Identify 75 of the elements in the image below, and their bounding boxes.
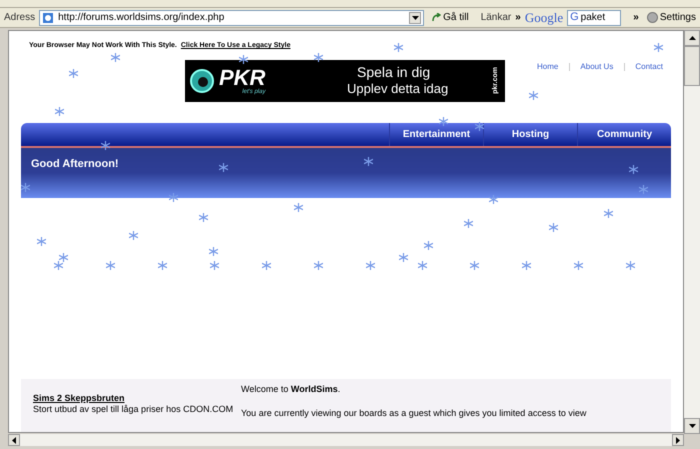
snowflake-icon xyxy=(59,253,68,262)
snowflake-icon xyxy=(522,261,531,270)
snowflake-icon xyxy=(314,53,323,62)
address-label: Adress xyxy=(4,11,36,25)
snowflake-icon xyxy=(639,185,648,194)
snowflake-icon xyxy=(470,261,479,270)
snowflake-icon xyxy=(489,195,498,204)
down-arrow-icon xyxy=(688,424,696,428)
google-logo: Google xyxy=(524,8,564,27)
snowflake-icon xyxy=(604,209,613,218)
right-arrow-icon xyxy=(676,436,680,444)
snowflake-icon xyxy=(394,43,403,52)
snowflake-icon xyxy=(239,55,248,64)
snowflake-icon xyxy=(549,223,558,232)
left-arrow-icon xyxy=(12,436,16,444)
up-arrow-icon xyxy=(688,36,696,40)
snowflake-icon xyxy=(219,163,228,172)
snowflake-icon xyxy=(475,122,484,131)
vertical-scrollbar[interactable] xyxy=(684,30,700,434)
snowflake-icon xyxy=(626,261,635,270)
snowflake-icon xyxy=(209,247,218,256)
links-label[interactable]: Länkar xyxy=(480,10,512,25)
brand-name: PKR xyxy=(219,66,266,88)
snowflake-icon xyxy=(399,253,408,262)
snowflake-icon xyxy=(21,183,30,192)
address-field[interactable]: http://forums.worldsims.org/index.php xyxy=(39,10,424,26)
snowflake-icon xyxy=(55,107,64,116)
horizontal-scrollbar[interactable] xyxy=(8,434,684,446)
search-engine-glyph: G xyxy=(570,10,579,26)
snowflake-icon xyxy=(418,261,427,270)
snowflake-icon xyxy=(629,165,638,174)
greeting: Good Afternoon! xyxy=(31,158,119,170)
ad-subline: Upplev detta idag xyxy=(347,81,450,98)
snowflake-icon xyxy=(529,91,538,100)
sidebar-text: Stort utbud av spel till låga priser hos CDON.COM xyxy=(33,404,234,416)
snowflake-icon xyxy=(294,203,303,212)
nav-link[interactable]: Contact xyxy=(635,61,663,73)
nav-tab[interactable]: Hosting xyxy=(483,123,577,146)
snowflake-icon xyxy=(111,53,120,62)
pkr-logo-icon xyxy=(189,68,215,94)
snowflake-icon xyxy=(69,69,78,78)
snowflake-icon xyxy=(574,261,583,270)
chevron-button[interactable]: » xyxy=(633,10,639,25)
snowflake-icon xyxy=(37,237,46,246)
snowflake-icon xyxy=(654,43,663,52)
go-arrow-icon xyxy=(432,13,442,22)
nav-link[interactable]: Home xyxy=(537,61,558,73)
search-field[interactable]: G paket xyxy=(567,10,622,26)
snowflake-icon xyxy=(439,117,448,126)
snowflake-icon xyxy=(314,261,323,270)
chevron-button[interactable]: » xyxy=(515,10,521,25)
snowflake-icon xyxy=(424,241,433,250)
welcome-text: Welcome to WorldSims. xyxy=(241,383,342,396)
nav-link[interactable]: About Us xyxy=(580,61,614,73)
ad-headline: Spela in dig xyxy=(356,64,432,82)
snowflake-icon xyxy=(199,213,208,222)
snowflake-icon xyxy=(158,261,167,270)
snowflake-icon xyxy=(366,261,375,270)
snowflake-icon xyxy=(464,219,473,228)
intro-text: You are currently viewing our boards as a guest which gives you limited access to view xyxy=(241,406,588,420)
snowflake-icon xyxy=(169,193,178,202)
settings-button[interactable]: Settings xyxy=(646,10,696,25)
snowflake-icon xyxy=(129,231,138,240)
sidebar-link[interactable]: Sims 2 Skeppsbruten xyxy=(33,393,241,404)
snowflake-icon xyxy=(364,157,373,166)
snowflake-icon xyxy=(101,141,110,150)
page-icon xyxy=(42,12,54,24)
nav-tab[interactable]: Entertainment xyxy=(389,123,483,146)
scroll-thumb[interactable] xyxy=(684,46,700,86)
snowflake-icon xyxy=(54,261,63,270)
nav-tab[interactable]: Community xyxy=(577,123,671,146)
go-button[interactable]: Gå till xyxy=(432,10,469,25)
snowflake-icon xyxy=(106,261,115,270)
snowflake-icon xyxy=(262,261,271,270)
snowflake-icon xyxy=(210,261,219,270)
